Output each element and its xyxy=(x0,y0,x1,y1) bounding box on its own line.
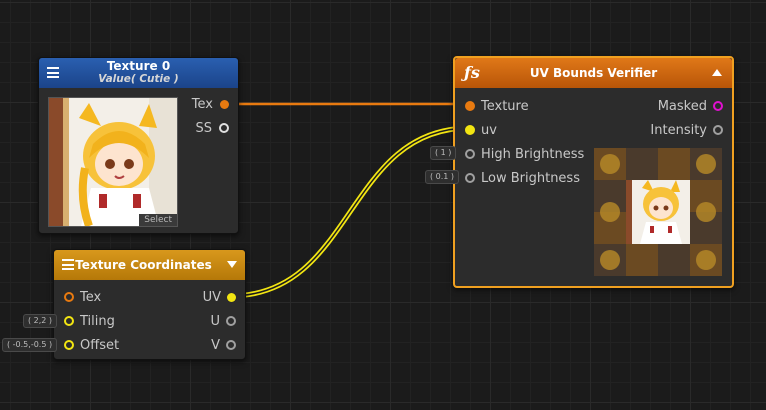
port-label: Intensity xyxy=(650,122,707,138)
texcoord-header[interactable]: Texture Coordinates xyxy=(54,250,245,280)
character-thumbnail-icon xyxy=(49,98,177,226)
port-label: SS xyxy=(195,120,212,136)
port-dot-icon[interactable] xyxy=(713,125,723,135)
port-high-brightness-input[interactable]: High Brightness xyxy=(465,146,584,162)
port-texture-input[interactable]: Texture xyxy=(465,98,529,114)
tiling-value-badge[interactable]: ( 2,2 ) xyxy=(23,314,58,328)
port-label: UV xyxy=(202,289,221,305)
port-tex-output[interactable]: Tex xyxy=(192,96,229,112)
port-label: Tex xyxy=(191,96,213,112)
port-label: Offset xyxy=(80,337,120,353)
port-label: uv xyxy=(481,122,497,138)
port-dot-icon[interactable] xyxy=(64,316,74,326)
port-label: Low Brightness xyxy=(481,170,580,186)
port-tiling-input[interactable]: Tiling xyxy=(64,313,115,329)
collapse-icon[interactable] xyxy=(712,69,722,76)
port-dot-icon[interactable] xyxy=(465,125,475,135)
texture0-title: Texture 0 xyxy=(106,59,171,73)
port-intensity-output[interactable]: Intensity xyxy=(650,122,723,138)
high-brightness-badge[interactable]: ( 1 ) xyxy=(430,146,457,160)
port-dot-icon[interactable] xyxy=(227,292,236,302)
port-label: U xyxy=(210,313,220,329)
port-offset-input[interactable]: Offset xyxy=(64,337,119,353)
port-label: High Brightness xyxy=(481,146,585,162)
port-dot-icon[interactable] xyxy=(64,340,74,350)
port-uv-output[interactable]: UV xyxy=(203,289,236,305)
port-label: Tex xyxy=(80,289,102,305)
port-u-output[interactable]: U xyxy=(210,313,236,329)
port-label: Masked xyxy=(657,98,707,114)
tiled-preview-icon xyxy=(594,148,722,276)
port-low-brightness-input[interactable]: Low Brightness xyxy=(465,170,580,186)
port-dot-icon[interactable] xyxy=(465,149,475,159)
port-dot-icon[interactable] xyxy=(713,101,723,111)
port-dot-icon[interactable] xyxy=(220,99,229,109)
uvnode-header[interactable]: ƒs UV Bounds Verifier xyxy=(455,58,732,88)
function-icon: ƒs xyxy=(464,63,480,82)
menu-icon[interactable] xyxy=(47,67,59,78)
port-uv-input[interactable]: uv xyxy=(465,122,497,138)
port-dot-icon[interactable] xyxy=(64,292,74,302)
port-dot-icon[interactable] xyxy=(465,173,475,183)
texture0-header[interactable]: Texture 0 Value( Cutie ) xyxy=(39,58,238,88)
port-dot-icon[interactable] xyxy=(465,101,475,111)
select-button[interactable]: Select xyxy=(139,214,177,226)
offset-value-badge[interactable]: ( -0.5,-0.5 ) xyxy=(2,338,58,352)
port-ss-output[interactable]: SS xyxy=(195,120,229,136)
port-masked-output[interactable]: Masked xyxy=(658,98,723,114)
port-label: Tiling xyxy=(80,313,115,329)
texture0-node[interactable]: Texture 0 Value( Cutie ) Select Tex SS xyxy=(38,57,239,234)
texcoord-title: Texture Coordinates xyxy=(75,257,212,272)
port-v-output[interactable]: V xyxy=(211,337,236,353)
port-label: V xyxy=(211,337,220,353)
uvnode-title: UV Bounds Verifier xyxy=(529,65,658,80)
port-tex-input[interactable]: Tex xyxy=(64,289,101,305)
menu-icon[interactable] xyxy=(62,259,74,270)
low-brightness-badge[interactable]: ( 0.1 ) xyxy=(425,170,460,184)
port-dot-icon[interactable] xyxy=(219,123,229,133)
texture0-subtitle: Value( Cutie ) xyxy=(98,73,179,85)
uv-bounds-verifier-node[interactable]: ƒs UV Bounds Verifier Texture uv High Br… xyxy=(453,56,734,288)
port-dot-icon[interactable] xyxy=(226,316,236,326)
output-preview-image[interactable] xyxy=(594,148,722,276)
port-label: Texture xyxy=(481,98,529,114)
texcoord-node[interactable]: Texture Coordinates Tex Tiling Offset UV… xyxy=(53,249,246,360)
port-dot-icon[interactable] xyxy=(226,340,236,350)
texture-preview-image[interactable]: Select xyxy=(48,97,178,227)
collapse-icon[interactable] xyxy=(227,261,237,268)
